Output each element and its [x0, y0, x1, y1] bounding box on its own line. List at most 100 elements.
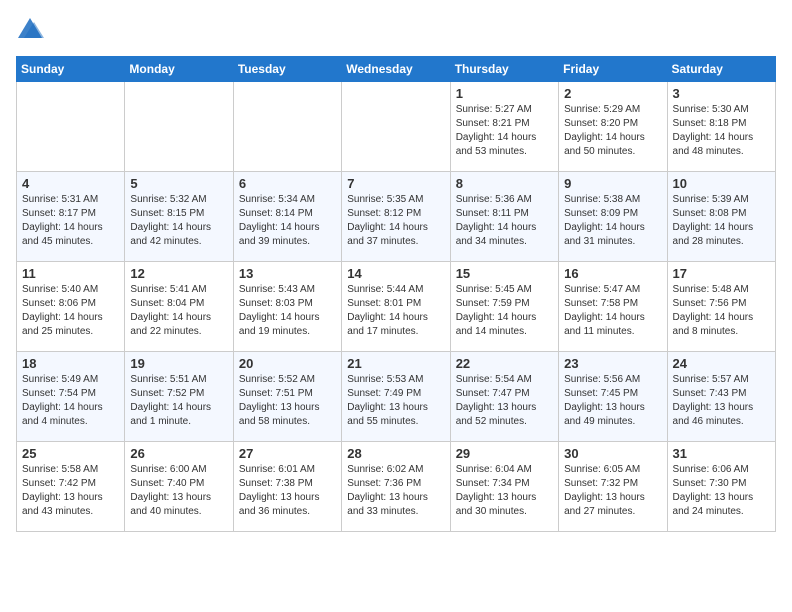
day-info: Sunrise: 5:45 AM Sunset: 7:59 PM Dayligh… — [456, 283, 553, 339]
day-info: Sunrise: 6:02 AM Sunset: 7:36 PM Dayligh… — [347, 463, 444, 519]
day-number: 26 — [130, 446, 227, 461]
day-number: 21 — [347, 356, 444, 371]
calendar-cell — [125, 82, 233, 172]
day-info: Sunrise: 5:53 AM Sunset: 7:49 PM Dayligh… — [347, 373, 444, 429]
calendar-cell — [233, 82, 341, 172]
day-info: Sunrise: 6:05 AM Sunset: 7:32 PM Dayligh… — [564, 463, 661, 519]
calendar-cell: 27Sunrise: 6:01 AM Sunset: 7:38 PM Dayli… — [233, 442, 341, 532]
weekday-header-friday: Friday — [559, 57, 667, 82]
calendar-cell: 5 Sunrise: 5:32 AM Sunset: 8:15 PM Daylig… — [125, 172, 233, 262]
calendar-week-row: 1 Sunrise: 5:27 AM Sunset: 8:21 PM Daylig… — [17, 82, 776, 172]
calendar-cell: 19 Sunrise: 5:51 AM Sunset: 7:52 PM Dayli… — [125, 352, 233, 442]
calendar-cell: 2 Sunrise: 5:29 AM Sunset: 8:20 PM Daylig… — [559, 82, 667, 172]
day-number: 16 — [564, 266, 661, 281]
calendar-week-row: 11 Sunrise: 5:40 AM Sunset: 8:06 PM Dayli… — [17, 262, 776, 352]
weekday-header-sunday: Sunday — [17, 57, 125, 82]
calendar-cell: 9Sunrise: 5:38 AM Sunset: 8:09 PM Daylig… — [559, 172, 667, 262]
day-info: Sunrise: 5:57 AM Sunset: 7:43 PM Dayligh… — [673, 373, 770, 429]
calendar-cell: 11 Sunrise: 5:40 AM Sunset: 8:06 PM Dayli… — [17, 262, 125, 352]
calendar-cell: 17 Sunrise: 5:48 AM Sunset: 7:56 PM Dayli… — [667, 262, 775, 352]
logo — [16, 16, 48, 44]
day-number: 1 — [456, 86, 553, 101]
calendar-cell: 8Sunrise: 5:36 AM Sunset: 8:11 PM Daylig… — [450, 172, 558, 262]
day-number: 5 — [130, 176, 227, 191]
day-info: Sunrise: 6:00 AM Sunset: 7:40 PM Dayligh… — [130, 463, 227, 519]
day-info: Sunrise: 5:43 AM Sunset: 8:03 PM Dayligh… — [239, 283, 336, 339]
logo-icon — [16, 16, 44, 44]
day-number: 13 — [239, 266, 336, 281]
day-info: Sunrise: 5:35 AM Sunset: 8:12 PM Dayligh… — [347, 193, 444, 249]
day-number: 9 — [564, 176, 661, 191]
day-number: 29 — [456, 446, 553, 461]
day-info: Sunrise: 5:32 AM Sunset: 8:15 PM Dayligh… — [130, 193, 227, 249]
day-info: Sunrise: 5:48 AM Sunset: 7:56 PM Dayligh… — [673, 283, 770, 339]
day-info: Sunrise: 5:51 AM Sunset: 7:52 PM Dayligh… — [130, 373, 227, 429]
day-number: 23 — [564, 356, 661, 371]
day-info: Sunrise: 5:31 AM Sunset: 8:17 PM Dayligh… — [22, 193, 119, 249]
day-info: Sunrise: 5:39 AM Sunset: 8:08 PM Dayligh… — [673, 193, 770, 249]
weekday-header-monday: Monday — [125, 57, 233, 82]
calendar-cell — [342, 82, 450, 172]
day-info: Sunrise: 5:47 AM Sunset: 7:58 PM Dayligh… — [564, 283, 661, 339]
day-info: Sunrise: 5:44 AM Sunset: 8:01 PM Dayligh… — [347, 283, 444, 339]
day-number: 15 — [456, 266, 553, 281]
weekday-header-tuesday: Tuesday — [233, 57, 341, 82]
day-number: 20 — [239, 356, 336, 371]
calendar-cell: 3Sunrise: 5:30 AM Sunset: 8:18 PM Daylig… — [667, 82, 775, 172]
calendar-cell: 12 Sunrise: 5:41 AM Sunset: 8:04 PM Dayli… — [125, 262, 233, 352]
day-number: 10 — [673, 176, 770, 191]
day-info: Sunrise: 5:29 AM Sunset: 8:20 PM Dayligh… — [564, 103, 661, 159]
day-number: 19 — [130, 356, 227, 371]
day-info: Sunrise: 5:27 AM Sunset: 8:21 PM Dayligh… — [456, 103, 553, 159]
day-info: Sunrise: 5:58 AM Sunset: 7:42 PM Dayligh… — [22, 463, 119, 519]
calendar-cell: 24 Sunrise: 5:57 AM Sunset: 7:43 PM Dayli… — [667, 352, 775, 442]
calendar-cell: 21 Sunrise: 5:53 AM Sunset: 7:49 PM Dayli… — [342, 352, 450, 442]
day-info: Sunrise: 5:34 AM Sunset: 8:14 PM Dayligh… — [239, 193, 336, 249]
day-number: 27 — [239, 446, 336, 461]
calendar-table: SundayMondayTuesdayWednesdayThursdayFrid… — [16, 56, 776, 532]
day-info: Sunrise: 5:49 AM Sunset: 7:54 PM Dayligh… — [22, 373, 119, 429]
calendar-cell: 29 Sunrise: 6:04 AM Sunset: 7:34 PM Dayli… — [450, 442, 558, 532]
day-info: Sunrise: 5:54 AM Sunset: 7:47 PM Dayligh… — [456, 373, 553, 429]
day-info: Sunrise: 5:41 AM Sunset: 8:04 PM Dayligh… — [130, 283, 227, 339]
day-number: 25 — [22, 446, 119, 461]
day-number: 7 — [347, 176, 444, 191]
calendar-week-row: 25 Sunrise: 5:58 AM Sunset: 7:42 PM Dayli… — [17, 442, 776, 532]
calendar-cell: 10 Sunrise: 5:39 AM Sunset: 8:08 PM Dayli… — [667, 172, 775, 262]
calendar-cell: 23 Sunrise: 5:56 AM Sunset: 7:45 PM Dayli… — [559, 352, 667, 442]
calendar-cell: 20 Sunrise: 5:52 AM Sunset: 7:51 PM Dayli… — [233, 352, 341, 442]
calendar-cell: 30 Sunrise: 6:05 AM Sunset: 7:32 PM Dayli… — [559, 442, 667, 532]
calendar-week-row: 18Sunrise: 5:49 AM Sunset: 7:54 PM Dayli… — [17, 352, 776, 442]
calendar-cell: 18Sunrise: 5:49 AM Sunset: 7:54 PM Dayli… — [17, 352, 125, 442]
day-number: 24 — [673, 356, 770, 371]
calendar-cell: 31Sunrise: 6:06 AM Sunset: 7:30 PM Dayli… — [667, 442, 775, 532]
day-info: Sunrise: 5:40 AM Sunset: 8:06 PM Dayligh… — [22, 283, 119, 339]
calendar-cell: 13 Sunrise: 5:43 AM Sunset: 8:03 PM Dayli… — [233, 262, 341, 352]
day-number: 8 — [456, 176, 553, 191]
calendar-cell: 25 Sunrise: 5:58 AM Sunset: 7:42 PM Dayli… — [17, 442, 125, 532]
weekday-header-wednesday: Wednesday — [342, 57, 450, 82]
day-info: Sunrise: 5:52 AM Sunset: 7:51 PM Dayligh… — [239, 373, 336, 429]
day-info: Sunrise: 5:56 AM Sunset: 7:45 PM Dayligh… — [564, 373, 661, 429]
calendar-week-row: 4Sunrise: 5:31 AM Sunset: 8:17 PM Daylig… — [17, 172, 776, 262]
calendar-cell: 26 Sunrise: 6:00 AM Sunset: 7:40 PM Dayli… — [125, 442, 233, 532]
weekday-header-row: SundayMondayTuesdayWednesdayThursdayFrid… — [17, 57, 776, 82]
day-number: 2 — [564, 86, 661, 101]
day-info: Sunrise: 6:04 AM Sunset: 7:34 PM Dayligh… — [456, 463, 553, 519]
calendar-cell: 1 Sunrise: 5:27 AM Sunset: 8:21 PM Daylig… — [450, 82, 558, 172]
day-number: 22 — [456, 356, 553, 371]
calendar-cell: 14Sunrise: 5:44 AM Sunset: 8:01 PM Dayli… — [342, 262, 450, 352]
calendar-cell: 22 Sunrise: 5:54 AM Sunset: 7:47 PM Dayli… — [450, 352, 558, 442]
calendar-cell: 16 Sunrise: 5:47 AM Sunset: 7:58 PM Dayli… — [559, 262, 667, 352]
day-number: 30 — [564, 446, 661, 461]
calendar-cell: 7 Sunrise: 5:35 AM Sunset: 8:12 PM Daylig… — [342, 172, 450, 262]
day-number: 12 — [130, 266, 227, 281]
day-number: 11 — [22, 266, 119, 281]
day-number: 17 — [673, 266, 770, 281]
day-info: Sunrise: 5:30 AM Sunset: 8:18 PM Dayligh… — [673, 103, 770, 159]
day-number: 28 — [347, 446, 444, 461]
weekday-header-thursday: Thursday — [450, 57, 558, 82]
day-number: 31 — [673, 446, 770, 461]
calendar-cell — [17, 82, 125, 172]
day-number: 6 — [239, 176, 336, 191]
